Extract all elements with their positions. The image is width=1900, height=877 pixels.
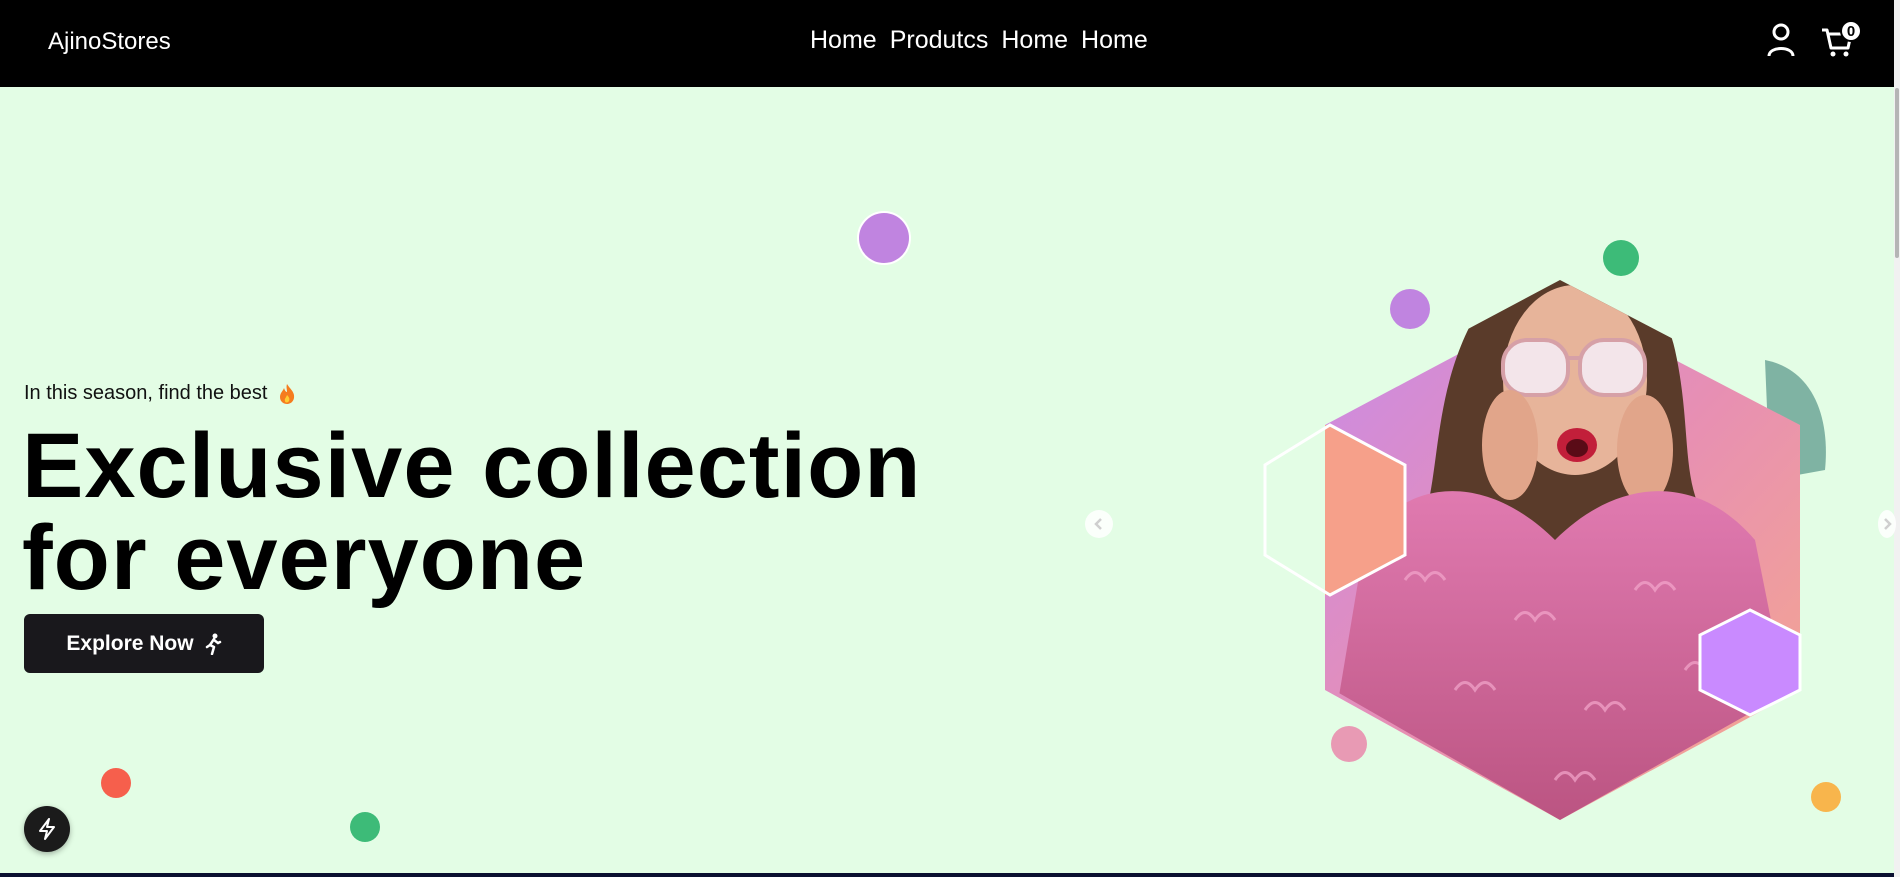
hero-headline: Exclusive collection for everyone [22,420,1102,604]
cart-count-badge: 0 [1840,20,1862,42]
explore-button-label: Explore Now [66,631,194,655]
scrollbar-thumb[interactable] [1895,88,1899,258]
chevron-right-icon [1884,518,1892,530]
decor-dot [350,812,380,842]
lightning-icon [39,818,55,840]
nav-home[interactable]: Home [810,26,877,55]
brand-logo[interactable]: AjinoStores [48,28,171,56]
carousel-prev-button[interactable] [1085,510,1113,538]
page-scrollbar[interactable] [1894,0,1900,877]
fire-icon [279,383,294,404]
hero-headline-line1: Exclusive collection [22,415,922,517]
quick-action-button[interactable] [24,806,70,852]
hero-image [1263,280,1826,820]
cart-button[interactable]: 0 [1820,20,1862,60]
section-divider [0,873,1894,877]
hero-headline-line2: for everyone [22,507,587,609]
decor-dot [859,213,909,263]
hero-tagline-text: In this season, find the best [24,382,268,404]
chevron-left-icon [1094,518,1102,530]
carousel-next-button[interactable] [1878,510,1896,538]
decor-dot [101,768,131,798]
running-person-icon [205,633,221,655]
explore-now-button[interactable]: Explore Now [24,614,264,673]
nav-products[interactable]: Produtcs [890,26,989,55]
nav-home-2[interactable]: Home [1001,26,1068,55]
user-icon[interactable] [1764,20,1798,60]
hero-tagline: In this season, find the best [24,382,296,405]
header-actions: 0 [1764,20,1862,60]
main-nav: Home Produtcs Home Home [810,26,1148,55]
top-navbar: AjinoStores Home Produtcs Home Home 0 [0,0,1894,87]
nav-home-3[interactable]: Home [1081,26,1148,55]
